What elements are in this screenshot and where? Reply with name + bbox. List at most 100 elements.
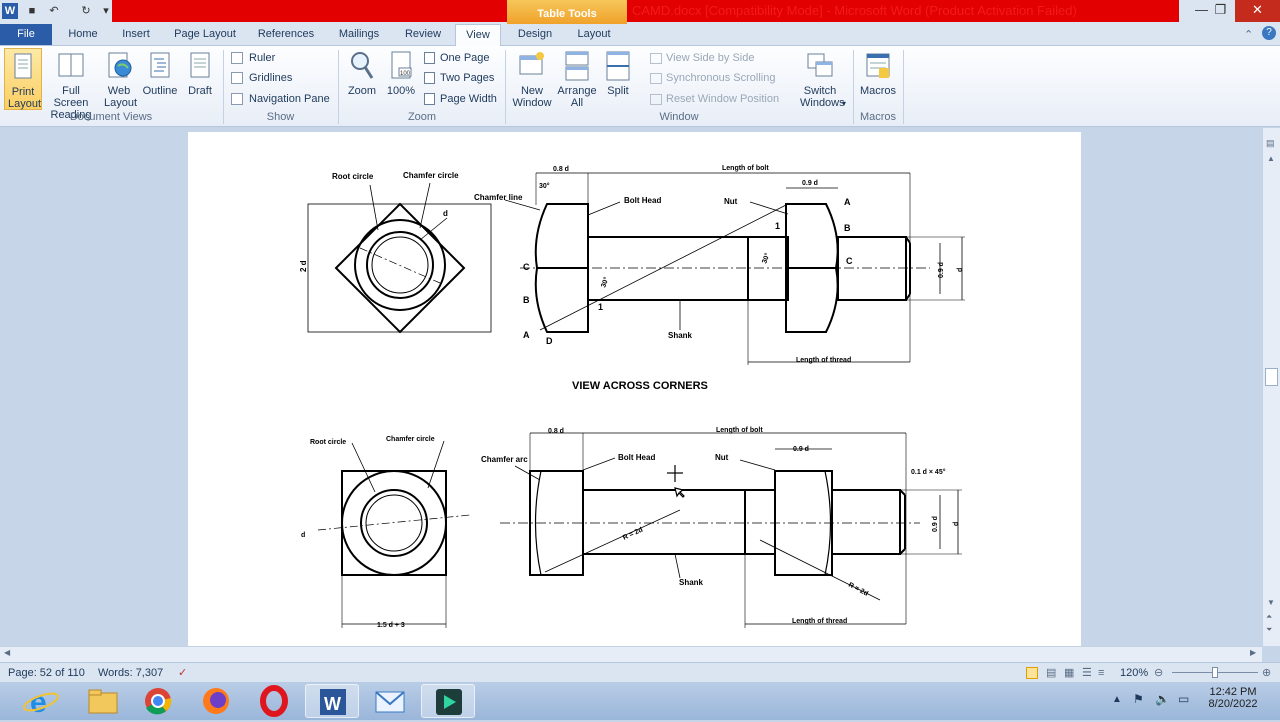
draft-button[interactable]: Draft	[182, 48, 218, 97]
tab-page-layout[interactable]: Page Layout	[168, 24, 242, 45]
label-r2d: R = 2d	[622, 527, 644, 542]
switch-windows-button[interactable]: Switch Windows	[790, 48, 850, 109]
minimize-ribbon-icon[interactable]: ⌃	[1244, 28, 1253, 41]
two-pages-button[interactable]: Two Pages	[424, 69, 494, 87]
next-page-icon[interactable]: ⏷	[1266, 625, 1272, 635]
scroll-up-icon[interactable]: ▲	[1267, 154, 1275, 163]
horizontal-scrollbar[interactable]: ◀ ▶	[0, 646, 1262, 662]
label-09d-vertical-2: 0.9 d	[932, 516, 939, 532]
network-icon[interactable]: ⚑	[1133, 692, 1144, 706]
outline-button[interactable]: Outline	[140, 48, 180, 97]
scroll-down-icon[interactable]: ▼	[1267, 598, 1275, 607]
document-page[interactable]: Root circle Chamfer circle d 2 d 0.8 d L…	[188, 132, 1081, 646]
reset-window-position-icon	[650, 93, 662, 105]
file-explorer-icon[interactable]	[75, 684, 129, 718]
label-30-deg-head: 30°	[599, 276, 610, 289]
one-page-button[interactable]: One Page	[424, 49, 490, 67]
synchronous-scrolling-button[interactable]: Synchronous Scrolling	[650, 69, 775, 87]
print-layout-view-icon[interactable]	[1026, 667, 1038, 679]
scroll-right-icon[interactable]: ▶	[1250, 648, 1256, 657]
print-layout-button[interactable]: Print Layout	[4, 48, 42, 110]
label-2d: 2 d	[299, 260, 308, 272]
undo-icon[interactable]: ↶	[46, 3, 62, 19]
close-button[interactable]: ✕	[1235, 0, 1280, 22]
two-pages-icon	[424, 72, 435, 85]
word-app-icon[interactable]: W	[2, 3, 18, 19]
macros-icon	[864, 50, 892, 82]
tab-mailings[interactable]: Mailings	[330, 24, 388, 45]
zoom-in-icon[interactable]: ⊕	[1262, 663, 1271, 683]
macros-button[interactable]: Macros	[858, 48, 898, 97]
action-center-icon[interactable]: ▭	[1178, 692, 1189, 706]
tab-layout[interactable]: Layout	[570, 24, 618, 45]
center-line	[317, 514, 471, 531]
clock[interactable]: 12:42 PM 8/20/2022	[1198, 686, 1268, 710]
firefox-icon[interactable]	[189, 684, 243, 718]
chrome-icon[interactable]	[131, 684, 185, 718]
scroll-left-icon[interactable]: ◀	[4, 648, 10, 657]
leader-line	[427, 440, 445, 489]
view-side-by-side-button[interactable]: View Side by Side	[650, 49, 754, 67]
zoom-100-button[interactable]: 100 100%	[383, 48, 419, 97]
web-layout-view-icon[interactable]: ▦	[1064, 663, 1074, 683]
arrange-all-button[interactable]: Arrange All	[555, 48, 599, 109]
split-button[interactable]: Split	[602, 48, 634, 97]
draft-label: Draft	[188, 85, 212, 97]
tab-view[interactable]: View	[455, 24, 501, 46]
tab-design[interactable]: Design	[510, 24, 560, 45]
draft-view-icon[interactable]: ≡	[1098, 663, 1104, 683]
recorder-app-icon[interactable]	[421, 684, 475, 718]
zoom-out-icon[interactable]: ⊖	[1154, 663, 1163, 683]
web-layout-button[interactable]: Web Layout	[100, 48, 138, 109]
navigation-pane-checkbox[interactable]: Navigation Pane	[231, 90, 330, 108]
outline-view-icon[interactable]: ☰	[1082, 663, 1092, 683]
word-taskbar-icon[interactable]: W	[305, 684, 359, 718]
help-icon[interactable]: ?	[1262, 26, 1276, 40]
tab-references[interactable]: References	[252, 24, 320, 45]
internet-explorer-icon: e	[22, 686, 60, 719]
mail-app-icon[interactable]	[363, 684, 417, 718]
zoom-slider-thumb[interactable]	[1212, 667, 1218, 678]
caption-view-across-corners: VIEW ACROSS CORNERS	[572, 380, 708, 392]
ruler-checkbox[interactable]: Ruler	[231, 49, 275, 67]
full-screen-view-icon[interactable]: ▤	[1046, 663, 1056, 683]
tab-insert[interactable]: Insert	[114, 24, 158, 45]
zoom-button[interactable]: Zoom	[344, 48, 380, 97]
word-count[interactable]: Words: 7,307	[98, 663, 163, 683]
radius-line	[544, 509, 681, 573]
vertical-scrollbar[interactable]: ▤ ▲ ▼ ⏶ ⏷	[1262, 128, 1280, 646]
zoom-100-icon: 100	[387, 50, 415, 82]
new-window-button[interactable]: New Window	[510, 48, 554, 109]
label-09d-vertical: 0.9 d	[938, 262, 945, 278]
label-chamfer-arc: Chamfer arc	[481, 455, 528, 464]
ruler-toggle-icon[interactable]: ▤	[1266, 138, 1275, 149]
label-d-2: d	[301, 532, 305, 539]
switch-windows-dropdown-icon: ▾	[842, 99, 847, 108]
gridlines-checkbox[interactable]: Gridlines	[231, 69, 292, 87]
tab-home[interactable]: Home	[60, 24, 106, 45]
label-09d-2: 0.9 d	[793, 446, 809, 453]
previous-page-icon[interactable]: ⏶	[1266, 612, 1272, 622]
redo-icon[interactable]: ↻	[78, 3, 94, 19]
bolt-end	[837, 236, 907, 301]
page-count[interactable]: Page: 52 of 110	[8, 663, 85, 683]
label-shank-2: Shank	[679, 578, 704, 587]
volume-icon[interactable]: 🔈	[1155, 692, 1170, 706]
tab-file[interactable]: File	[0, 24, 52, 45]
label-nut-2: Nut	[715, 453, 729, 462]
save-icon[interactable]: ■	[24, 3, 40, 19]
ruler-label: Ruler	[249, 52, 276, 64]
label-1-nut: 1	[775, 221, 780, 231]
scrollbar-thumb[interactable]	[1265, 368, 1278, 386]
zoom-level[interactable]: 120%	[1120, 663, 1148, 683]
show-hidden-icons-icon[interactable]: ▲	[1112, 694, 1122, 705]
start-button[interactable]: e	[14, 684, 70, 719]
tab-review[interactable]: Review	[398, 24, 448, 45]
svg-text:W: W	[324, 694, 341, 714]
reset-window-position-button[interactable]: Reset Window Position	[650, 90, 779, 108]
web-layout-icon	[105, 50, 133, 82]
page-width-button[interactable]: Page Width	[424, 90, 497, 108]
opera-icon[interactable]	[247, 684, 301, 718]
proofing-icon[interactable]: ✓	[178, 663, 187, 683]
leader-line	[351, 442, 376, 493]
